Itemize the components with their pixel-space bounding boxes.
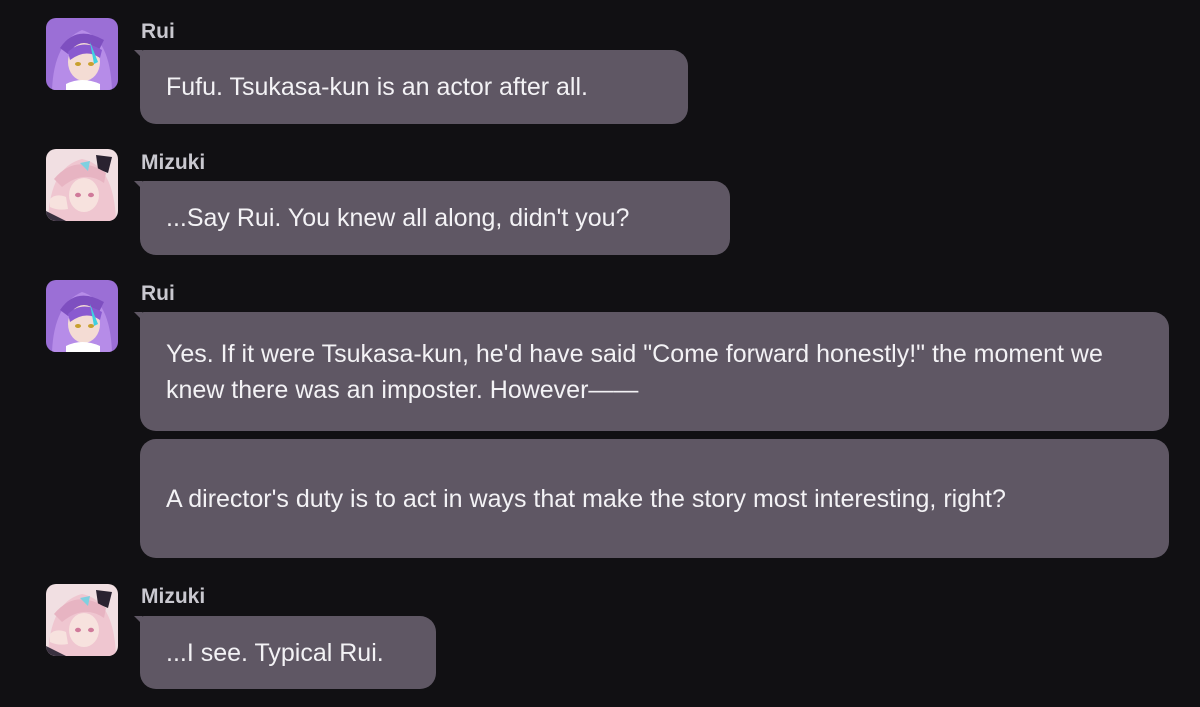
message-text: Fufu. Tsukasa-kun is an actor after all.	[166, 73, 588, 101]
sender-name: Mizuki	[141, 585, 206, 608]
message-text: ...Say Rui. You knew all along, didn't y…	[166, 204, 630, 232]
message-bubble: Yes. If it were Tsukasa-kun, he'd have s…	[140, 312, 1169, 431]
rui-avatar-icon[interactable]	[46, 280, 118, 352]
mizuki-avatar-icon[interactable]	[46, 149, 118, 221]
message-bubble: ...Say Rui. You knew all along, didn't y…	[140, 181, 730, 255]
chat-log: Rui Fufu. Tsukasa-kun is an actor after …	[0, 0, 1200, 707]
message-bubble: Fufu. Tsukasa-kun is an actor after all.	[140, 50, 688, 124]
sender-name: Mizuki	[141, 151, 206, 174]
message-text: Yes. If it were Tsukasa-kun, he'd have s…	[166, 339, 1103, 404]
message-bubble: A director's duty is to act in ways that…	[140, 439, 1169, 558]
sender-name: Rui	[141, 20, 175, 43]
message-bubble: ...I see. Typical Rui.	[140, 616, 436, 689]
message-text: ...I see. Typical Rui.	[166, 638, 384, 667]
sender-name: Rui	[141, 282, 175, 305]
message-text: A director's duty is to act in ways that…	[166, 484, 1006, 513]
mizuki-avatar-icon[interactable]	[46, 584, 118, 656]
rui-avatar-icon[interactable]	[46, 18, 118, 90]
